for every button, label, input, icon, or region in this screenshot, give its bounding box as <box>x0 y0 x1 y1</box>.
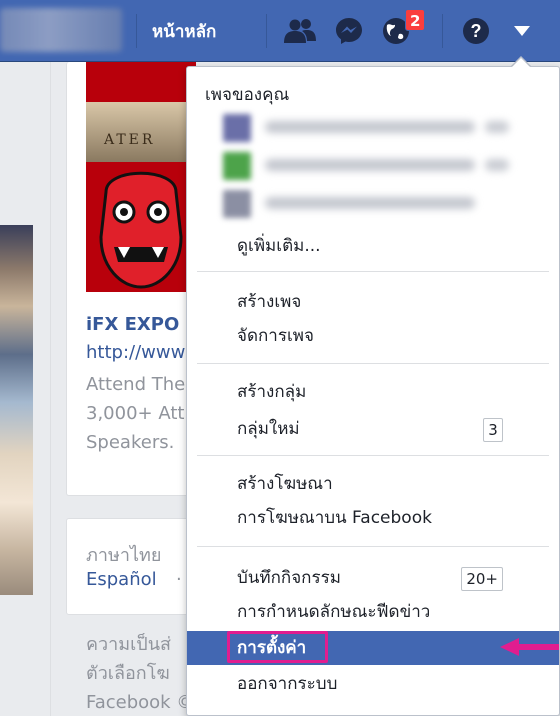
language-separator: · <box>176 569 182 590</box>
menu-divider <box>197 363 549 364</box>
column-divider <box>50 62 51 716</box>
page-notification-count <box>485 121 509 133</box>
account-dropdown-menu: เพจของคุณ ดูเพิ่มเติม... สร้างเพจ จัดการ… <box>186 66 560 716</box>
nav-separator <box>266 14 267 48</box>
ad-description: Attend The 3,000+ Att Speakers. <box>86 370 185 457</box>
page-item[interactable] <box>223 187 523 221</box>
page-name <box>265 197 475 209</box>
menu-divider <box>197 546 549 547</box>
caret-down-icon[interactable] <box>504 14 540 48</box>
notification-badge: 2 <box>405 9 426 31</box>
pointer-arrow-icon <box>500 638 559 656</box>
profile-link[interactable] <box>0 8 122 52</box>
create-ads[interactable]: สร้างโฆษณา <box>187 467 559 501</box>
menu-divider <box>197 455 549 456</box>
nav-separator <box>136 14 137 48</box>
page-notification-count <box>485 159 509 171</box>
friends-icon[interactable] <box>282 14 318 48</box>
svg-text:?: ? <box>471 21 482 41</box>
ad-title[interactable]: iFX EXPO <box>86 314 179 335</box>
language-link-spanish[interactable]: Español <box>86 569 157 590</box>
help-icon[interactable]: ? <box>458 14 494 48</box>
ad-description-line: 3,000+ Att <box>86 403 185 424</box>
page-avatar <box>223 152 251 180</box>
ad-description-line: Speakers. <box>86 432 175 453</box>
settings-highlight-box <box>227 631 328 663</box>
new-groups-label: กลุ่มใหม่ <box>237 419 300 439</box>
page-name <box>265 159 475 171</box>
messenger-icon[interactable] <box>331 14 367 48</box>
activity-log-label: บันทึกกิจกรรม <box>237 568 341 588</box>
ad-image[interactable]: ATER <box>86 62 196 292</box>
top-bar: หน้าหลัก 2 ? <box>0 0 560 62</box>
current-language: ภาษาไทย <box>86 545 162 566</box>
your-pages-header: เพจของคุณ <box>205 85 290 105</box>
home-link[interactable]: หน้าหลัก <box>152 18 216 45</box>
page-item[interactable] <box>223 111 523 145</box>
feed-photo[interactable] <box>0 225 33 595</box>
menu-caret-inner <box>512 58 530 67</box>
news-feed-preferences[interactable]: การกำหนดลักษณะฟีดข่าว <box>187 595 559 629</box>
ad-description-line: Attend The <box>86 374 186 395</box>
page-avatar <box>223 114 251 142</box>
activity-log-count: 20+ <box>461 567 503 591</box>
create-page[interactable]: สร้างเพจ <box>187 285 559 319</box>
menu-divider <box>197 271 549 272</box>
new-groups-count: 3 <box>483 418 503 442</box>
nav-separator <box>442 14 443 48</box>
new-groups[interactable]: กลุ่มใหม่ 3 <box>187 412 559 446</box>
see-more-pages[interactable]: ดูเพิ่มเติม... <box>187 229 559 263</box>
ad-url[interactable]: http://www <box>86 342 185 363</box>
log-out[interactable]: ออกจากระบบ <box>187 667 559 701</box>
ad-sign-text: ATER <box>104 132 156 148</box>
demon-mask-image <box>86 162 196 292</box>
advertising-on-facebook[interactable]: การโฆษณาบน Facebook <box>187 501 559 535</box>
manage-pages[interactable]: จัดการเพจ <box>187 319 559 353</box>
create-group[interactable]: สร้างกลุ่ม <box>187 375 559 409</box>
page-name <box>265 121 475 133</box>
page-avatar <box>223 190 251 218</box>
activity-log[interactable]: บันทึกกิจกรรม 20+ <box>187 561 559 595</box>
page-item[interactable] <box>223 149 523 183</box>
